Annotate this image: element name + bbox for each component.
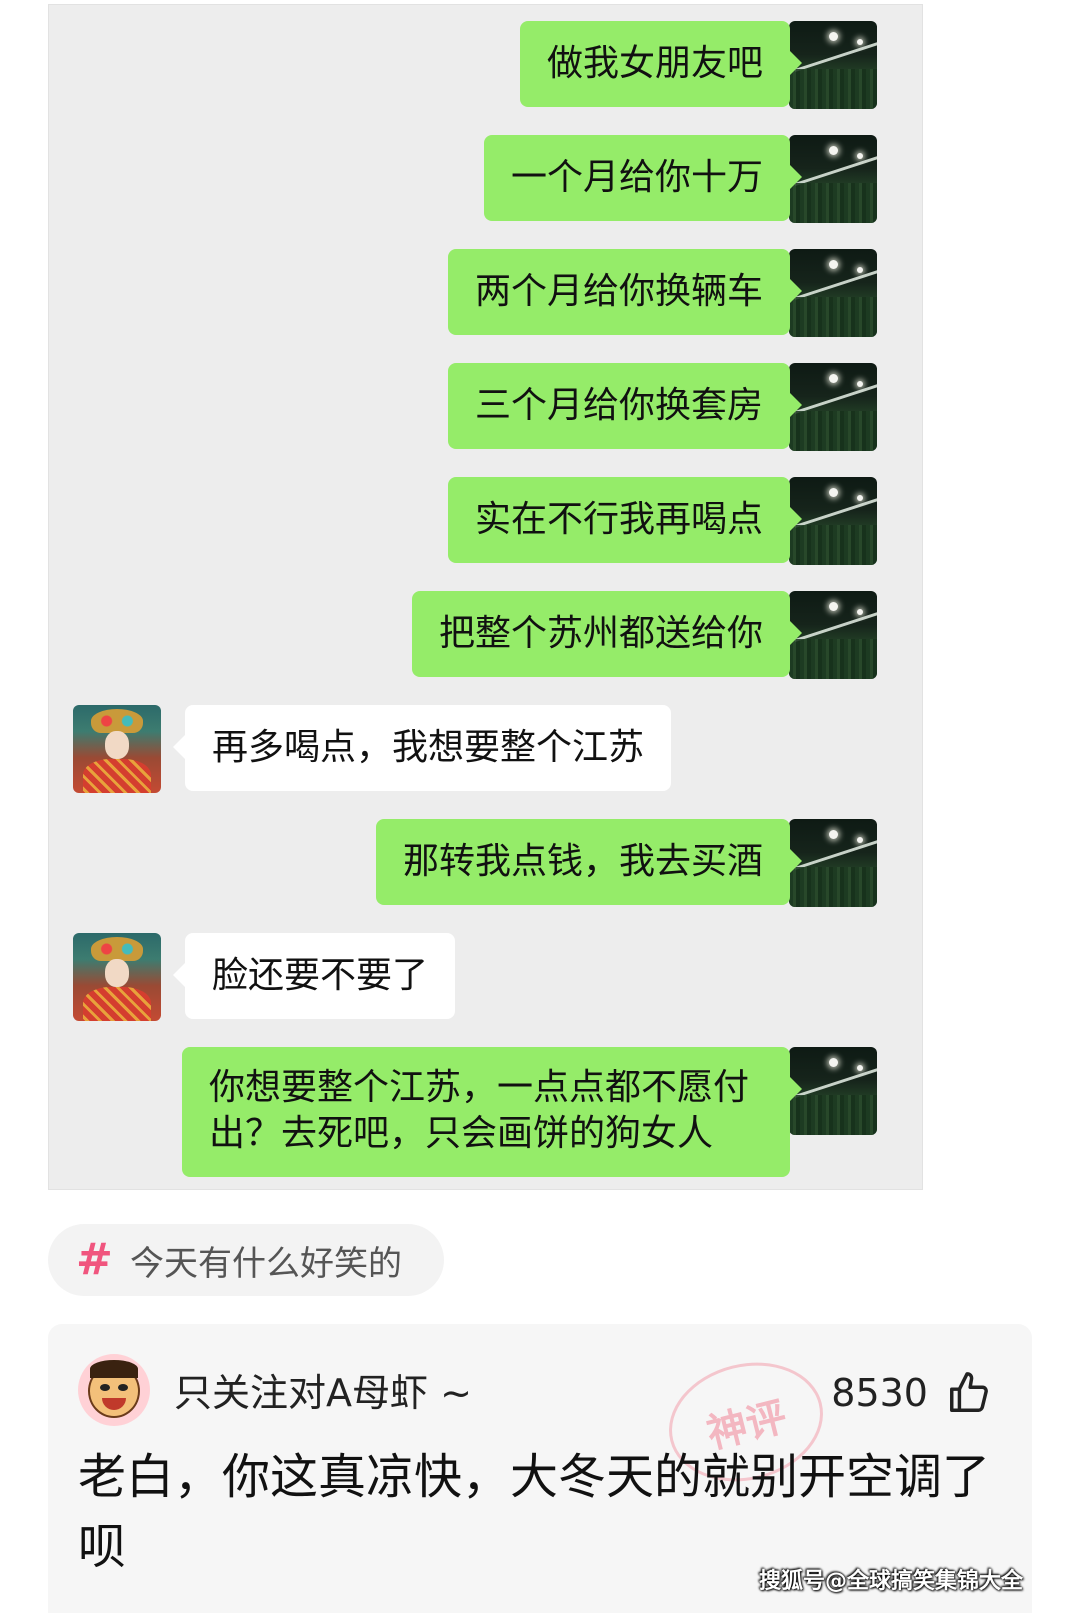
my-avatar[interactable] [789, 249, 877, 337]
my-avatar[interactable] [789, 819, 877, 907]
message-bubble-sent[interactable]: 实在不行我再喝点 [447, 477, 803, 563]
message-bubble-sent[interactable]: 做我女朋友吧 [519, 21, 803, 107]
message-bubble-sent[interactable]: 你想要整个江苏，一点点都不愿付出？去死吧，只会画饼的狗女人 [182, 1047, 802, 1177]
my-avatar[interactable] [789, 21, 877, 109]
contact-avatar[interactable] [73, 933, 161, 1021]
source-watermark: 搜狐号@全球搞笑集锦大全 [758, 1569, 1023, 1594]
topic-tag[interactable]: # 今天有什么好笑的 [48, 1224, 444, 1296]
commenter-avatar[interactable] [78, 1354, 150, 1426]
my-avatar[interactable] [789, 1047, 877, 1135]
topic-label: 今天有什么好笑的 [130, 1243, 402, 1284]
chat-screenshot: 做我女朋友吧 一个月给你十万 两个月给你换辆车 三个月给你换套房 实在不行我再喝… [48, 4, 923, 1190]
comment-text: 老白，你这真凉快，大冬天的就别开空调了呗 [78, 1449, 991, 1575]
message-bubble-received[interactable]: 脸还要不要了 [172, 933, 456, 1019]
message-bubble-sent[interactable]: 三个月给你换套房 [447, 363, 803, 449]
message-bubble-sent[interactable]: 一个月给你十万 [483, 135, 803, 221]
commenter-username[interactable]: 只关注对A母虾 ~ [174, 1370, 472, 1416]
hashtag-icon: # [76, 1234, 113, 1285]
thumbs-up-icon[interactable] [946, 1370, 992, 1416]
message-bubble-sent[interactable]: 那转我点钱，我去买酒 [375, 819, 803, 905]
message-bubble-sent[interactable]: 两个月给你换辆车 [447, 249, 803, 335]
message-bubble-received[interactable]: 再多喝点，我想要整个江苏 [172, 705, 672, 791]
like-count: 8530 [831, 1371, 928, 1415]
my-avatar[interactable] [789, 591, 877, 679]
my-avatar[interactable] [789, 135, 877, 223]
message-bubble-sent[interactable]: 把整个苏州都送给你 [411, 591, 803, 677]
contact-avatar[interactable] [73, 705, 161, 793]
my-avatar[interactable] [789, 477, 877, 565]
my-avatar[interactable] [789, 363, 877, 451]
